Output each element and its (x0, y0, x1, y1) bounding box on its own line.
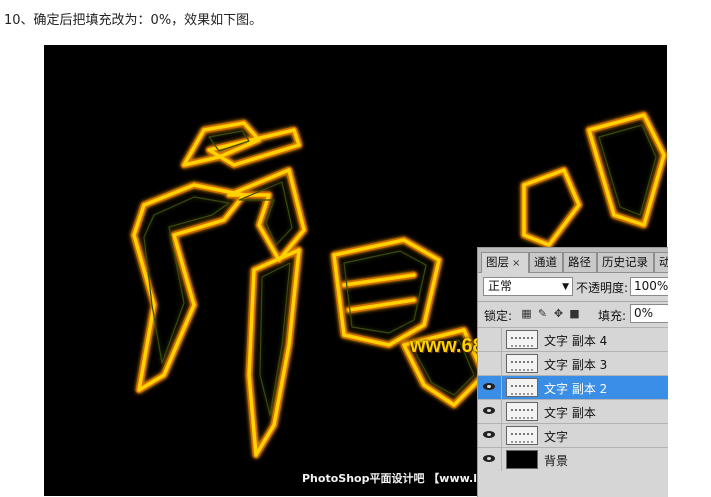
eye-icon (483, 455, 495, 462)
eye-icon (483, 407, 495, 414)
layer-name: 背景 (544, 454, 569, 468)
chevron-down-icon: ▼ (562, 282, 569, 292)
tab-layers[interactable]: 图层 × (481, 252, 529, 273)
tab-actions[interactable]: 动 (654, 252, 668, 272)
layer-name: 文字 副本 (544, 406, 596, 420)
layer-list: 文字 副本 4 文字 副本 3 文字 副本 2 文字 副本 文字 背景 (478, 327, 668, 471)
visibility-toggle[interactable] (478, 448, 502, 471)
layer-name: 文字 副本 2 (544, 382, 608, 396)
panel-tab-bar: 图层× 通道 路径 历史记录 动 (478, 248, 668, 273)
lock-pixels-brush-icon[interactable]: ✎ (536, 307, 549, 320)
layers-panel: 图层× 通道 路径 历史记录 动 正常 ▼ 不透明度: 100% 锁定: ▦ ✎… (477, 247, 668, 497)
lock-position-move-icon[interactable]: ✥ (552, 307, 565, 320)
fill-label: 填充: (598, 309, 627, 323)
layer-row-selected[interactable]: 文字 副本 2 (478, 375, 668, 399)
layer-row[interactable]: 文字 副本 4 (478, 327, 668, 351)
layer-row[interactable]: 文字 副本 3 (478, 351, 668, 375)
tab-label: 路径 (568, 255, 591, 269)
tab-label: 动 (659, 255, 668, 269)
eye-icon (483, 431, 495, 438)
tab-history[interactable]: 历史记录 (597, 252, 654, 272)
lock-all-padlock-icon[interactable]: ■ (568, 307, 581, 320)
eye-icon (483, 383, 495, 390)
blend-mode-select[interactable]: 正常 ▼ (483, 277, 573, 296)
layer-thumbnail (506, 426, 538, 445)
opacity-label: 不透明度: (576, 281, 629, 295)
lock-label: 锁定: (484, 309, 513, 323)
layer-thumbnail (506, 450, 538, 469)
layer-thumbnail (506, 378, 538, 397)
layer-thumbnail (506, 354, 538, 373)
layer-name: 文字 (544, 430, 569, 444)
visibility-toggle[interactable] (478, 328, 502, 351)
tab-label: 历史记录 (602, 255, 648, 269)
tab-label: 图层 (486, 255, 509, 269)
layer-thumbnail (506, 402, 538, 421)
tab-label: 通道 (534, 255, 557, 269)
fill-field[interactable]: 0% (630, 304, 668, 323)
visibility-toggle[interactable] (478, 424, 502, 447)
layer-thumbnail (506, 330, 538, 349)
layer-name: 文字 副本 3 (544, 358, 608, 372)
tab-channels[interactable]: 通道 (529, 252, 563, 272)
blend-mode-value: 正常 (488, 279, 513, 293)
layer-name: 文字 副本 4 (544, 334, 608, 348)
close-icon[interactable]: × (512, 258, 520, 269)
step-caption: 10、确定后把填充改为：0%，效果如下图。 (4, 13, 263, 28)
layer-row[interactable]: 文字 副本 (478, 399, 668, 423)
visibility-toggle[interactable] (478, 400, 502, 423)
layer-row[interactable]: 背景 (478, 447, 668, 471)
tab-paths[interactable]: 路径 (563, 252, 597, 272)
lock-transparency-icon[interactable]: ▦ (520, 307, 533, 320)
layer-row[interactable]: 文字 (478, 423, 668, 447)
visibility-toggle[interactable] (478, 376, 502, 399)
opacity-field[interactable]: 100% (630, 277, 668, 296)
visibility-toggle[interactable] (478, 352, 502, 375)
divider (478, 301, 668, 302)
